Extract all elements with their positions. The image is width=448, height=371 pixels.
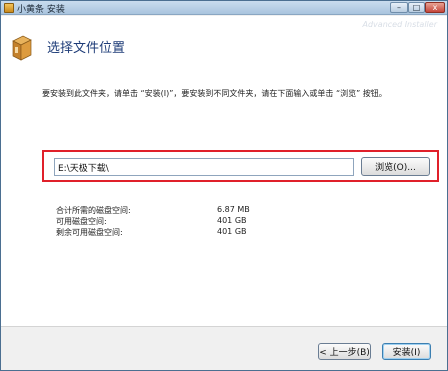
close-icon: x xyxy=(432,3,438,12)
maximize-button[interactable]: □ xyxy=(408,2,425,13)
disk-label: 合计所需的磁盘空间: xyxy=(56,206,131,215)
disk-row-required: 合计所需的磁盘空间: 6.87 MB xyxy=(56,205,256,216)
close-button[interactable]: x xyxy=(425,2,445,13)
install-path-input[interactable] xyxy=(54,158,354,176)
footer-bar: < 上一步(B) 安装(I) xyxy=(1,326,447,370)
window-title: 小黄条 安装 xyxy=(17,5,65,15)
minimize-icon: – xyxy=(397,3,401,12)
disk-value: 401 GB xyxy=(217,227,247,236)
disk-row-available: 可用磁盘空间: 401 GB xyxy=(56,216,256,227)
instruction-text: 要安装到此文件夹，请单击 “安装(I)”，要安装到不同文件夹，请在下面输入或单击… xyxy=(42,89,387,98)
installer-window: 小黄条 安装 – □ x Advanced Installer 选择文件位置 要… xyxy=(0,0,448,371)
maximize-icon: □ xyxy=(412,3,421,12)
browse-button[interactable]: 浏览(O)... xyxy=(361,157,430,176)
disk-row-remaining: 剩余可用磁盘空间: 401 GB xyxy=(56,227,256,238)
main-panel: 要安装到此文件夹，请单击 “安装(I)”，要安装到不同文件夹，请在下面输入或单击… xyxy=(1,66,447,326)
box-package-icon xyxy=(12,35,32,61)
watermark: Advanced Installer xyxy=(362,20,438,29)
app-icon xyxy=(4,3,14,13)
disk-value: 6.87 MB xyxy=(217,205,250,214)
disk-label: 剩余可用磁盘空间: xyxy=(56,228,123,237)
back-button[interactable]: < 上一步(B) xyxy=(318,343,371,360)
title-bar[interactable]: 小黄条 安装 – □ x xyxy=(1,1,447,15)
header-banner: Advanced Installer 选择文件位置 xyxy=(1,16,447,66)
page-title: 选择文件位置 xyxy=(47,41,126,56)
disk-label: 可用磁盘空间: xyxy=(56,217,107,226)
minimize-button[interactable]: – xyxy=(390,2,408,13)
disk-value: 401 GB xyxy=(217,216,247,225)
install-button[interactable]: 安装(I) xyxy=(382,343,431,360)
path-highlight-box: 浏览(O)... xyxy=(42,150,439,182)
